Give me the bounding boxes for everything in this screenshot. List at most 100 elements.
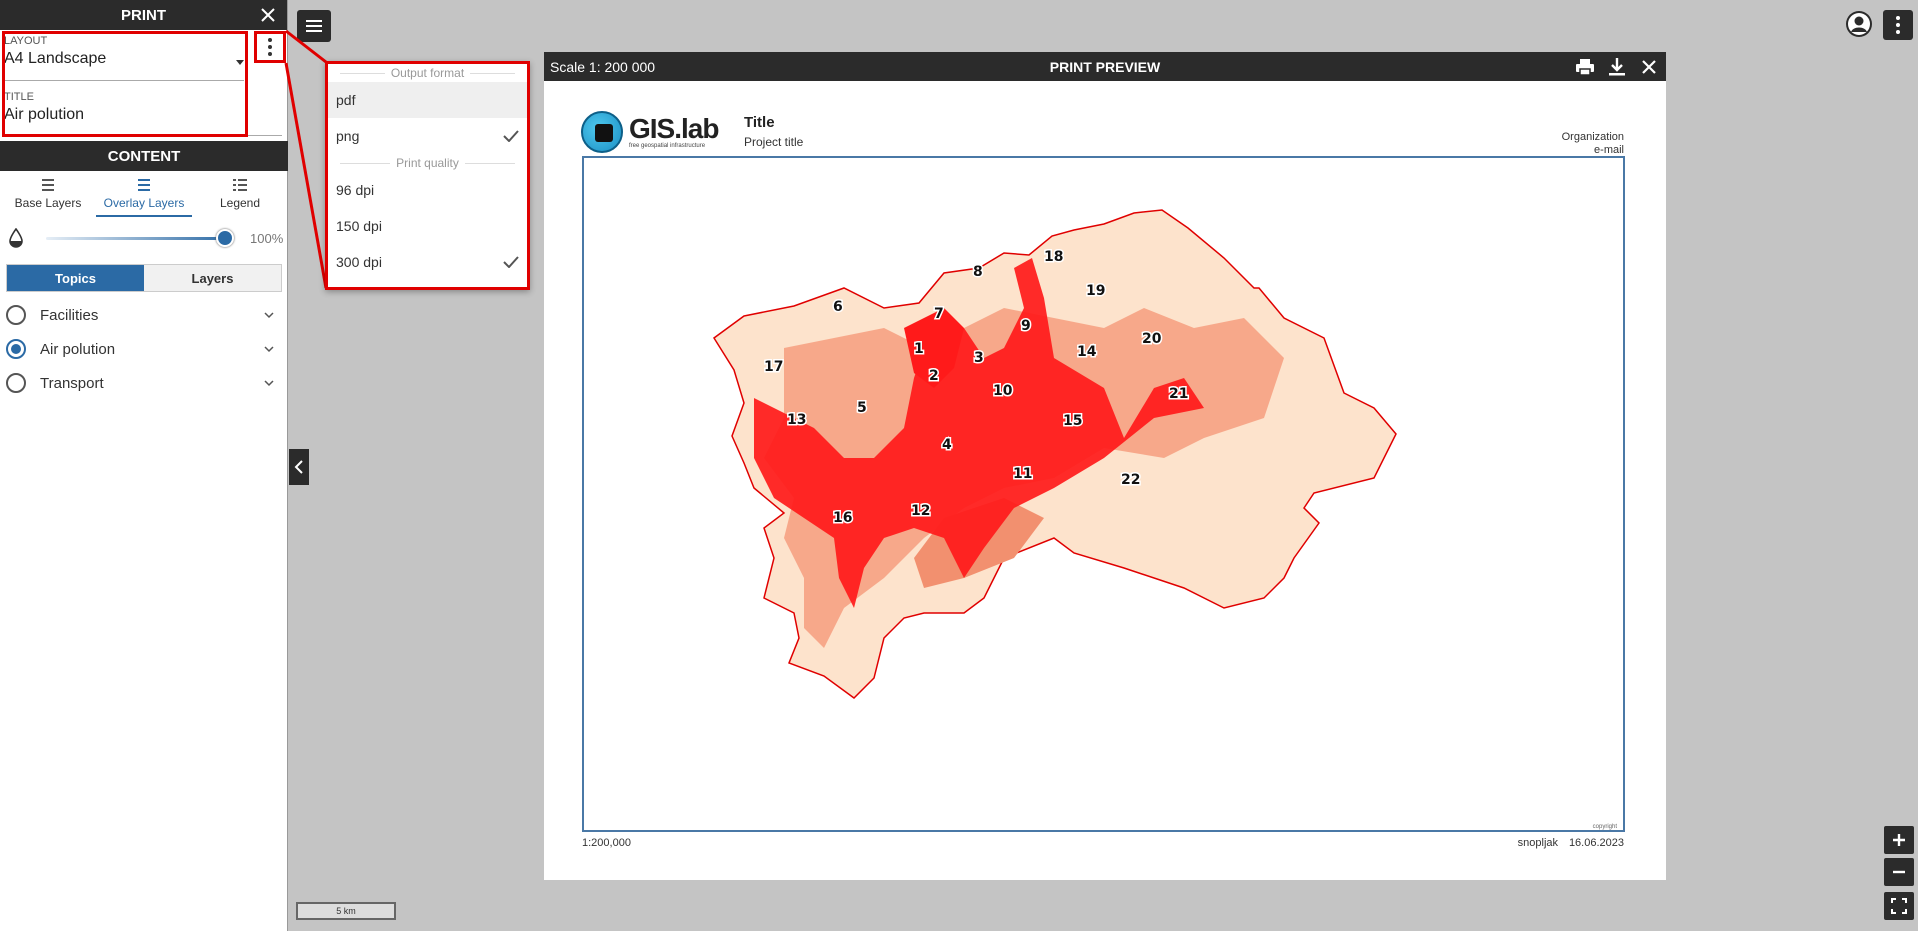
panel-title: PRINT [121,6,166,24]
kebab-dot [268,38,272,42]
chevron-left-icon [294,460,303,474]
user-account-icon[interactable] [1845,10,1873,38]
opacity-slider-row: 100% [6,226,286,250]
kebab-dot [1896,16,1900,20]
layers-list-icon [138,179,150,191]
download-button[interactable] [1606,56,1628,78]
district-label-9: 9 [1021,318,1031,334]
district-label-3: 3 [974,350,984,366]
chevron-down-icon[interactable] [264,344,274,354]
hamburger-icon [306,20,322,32]
topic-item-transport[interactable]: Transport [6,369,282,397]
print-date: 16.06.2023 [1568,837,1624,849]
check-icon [503,256,519,268]
district-label-7: 7 [934,306,944,322]
topic-label: Transport [40,374,104,392]
preview-actions [1574,56,1660,78]
copyright-text: copyright [1592,824,1617,830]
content-header: CONTENT [0,141,288,171]
quality-option-96[interactable]: 96 dpi [328,172,527,208]
radio-button[interactable] [6,305,26,325]
opacity-value: 100% [250,231,284,246]
district-label-22: 22 [1121,472,1140,488]
format-option-png[interactable]: png [328,118,527,154]
district-label-4: 4 [942,437,952,453]
option-label: 300 dpi [336,254,382,270]
opacity-slider-track[interactable] [46,237,232,240]
logo-text: GIS.lab [629,113,719,144]
print-scale-text: 1:200,000 [582,837,631,849]
collapse-panel-button[interactable] [289,449,309,485]
kebab-dot [268,52,272,56]
more-options-button[interactable] [1883,10,1913,40]
topic-item-facilities[interactable]: Facilities [6,301,282,329]
fullscreen-button[interactable] [1884,892,1914,920]
kebab-dot [1896,30,1900,34]
radio-button[interactable] [6,373,26,393]
district-label-20: 20 [1142,331,1162,347]
layers-button[interactable]: Layers [144,265,281,291]
tab-label: Overlay Layers [103,196,185,210]
district-label-6: 6 [833,299,843,315]
district-label-21: 21 [1169,386,1188,402]
tab-base-layers[interactable]: Base Layers [0,173,96,217]
layers-stack-icon [42,179,54,191]
topic-item-air-polution[interactable]: Air polution [6,335,282,363]
author: snopljak [1517,837,1558,849]
district-label-1: 1 [914,341,924,357]
fullscreen-icon [1891,898,1907,914]
district-label-16: 16 [833,510,852,526]
chevron-down-icon[interactable] [264,310,274,320]
preview-title: PRINT PREVIEW [1049,58,1161,75]
opacity-slider-thumb[interactable] [216,229,234,247]
print-options-menu: Output format pdf png Print quality 96 d… [325,61,530,290]
highlight-box [2,31,248,137]
organization: Organization [1561,131,1624,143]
close-icon [1642,60,1656,74]
tab-overlay-layers[interactable]: Overlay Layers [96,173,192,217]
district-label-11: 11 [1013,466,1032,482]
district-label-19: 19 [1086,283,1105,299]
district-label-12: 12 [911,503,930,519]
topics-layers-toggle: Topics Layers [6,264,282,292]
print-button[interactable] [1574,56,1596,78]
legend-icon [233,179,247,191]
check-icon [503,130,519,142]
gislab-logo: GIS.lab free geospatial infrastructure [581,111,721,155]
radio-button-selected[interactable] [6,339,26,359]
logo-mark [581,111,623,153]
district-label-17: 17 [764,359,783,375]
close-icon [261,8,275,22]
chevron-down-icon[interactable] [264,378,274,388]
close-panel-button[interactable] [257,4,279,26]
zoom-out-button[interactable] [1884,858,1914,886]
district-label-13: 13 [787,412,806,428]
project-title: Project title [744,135,804,149]
map-scalebar: 5 km [296,902,396,920]
organization-info: Organization e-mail [1562,131,1624,157]
district-label-18: 18 [1044,249,1063,265]
topic-label: Air polution [40,340,116,358]
tab-legend[interactable]: Legend [192,173,288,217]
option-label: png [336,128,360,144]
topics-button[interactable]: Topics [7,265,144,291]
district-label-5: 5 [857,400,867,416]
content-tabs: Base Layers Overlay Layers Legend [0,173,288,217]
zoom-in-button[interactable] [1884,826,1914,854]
quality-option-150[interactable]: 150 dpi [328,208,527,244]
option-label: 96 dpi [336,182,375,198]
district-label-2: 2 [929,368,939,384]
tab-label: Base Layers [14,196,82,210]
pollution-map: 1 2 3 4 5 6 7 8 9 10 11 12 13 14 15 16 1… [712,209,1397,699]
quality-option-300[interactable]: 300 dpi [328,244,527,280]
printer-icon [1576,59,1594,76]
district-label-15: 15 [1063,413,1082,429]
map-frame: 1 2 3 4 5 6 7 8 9 10 11 12 13 14 15 16 1… [582,156,1625,832]
format-option-pdf[interactable]: pdf [328,82,527,118]
main-menu-button[interactable] [297,10,331,42]
close-preview-button[interactable] [1638,56,1660,78]
preview-toolbar: Scale 1: 200 000 PRINT PREVIEW [544,52,1666,81]
panel-header: PRINT [0,0,287,30]
print-panel: PRINT LAYOUT A4 Landscape TITLE Air polu… [0,0,288,931]
print-options-button[interactable] [254,31,286,63]
